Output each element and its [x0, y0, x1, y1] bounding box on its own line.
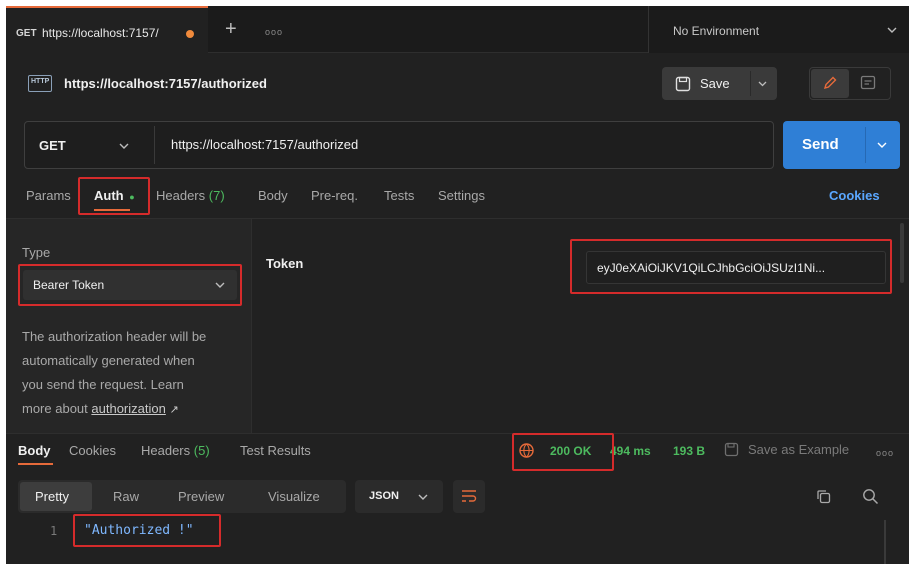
cookies-link[interactable]: Cookies	[829, 188, 880, 203]
view-tab-preview[interactable]: Preview	[178, 489, 224, 504]
postman-window: GET https://localhost:7157/ + ooo No Env…	[6, 6, 909, 564]
auth-type-label: Type	[22, 245, 51, 260]
search-icon[interactable]	[862, 488, 879, 505]
tab-params[interactable]: Params	[26, 188, 71, 203]
method-chevron-down-icon	[119, 143, 129, 149]
token-highlight	[570, 239, 892, 294]
send-label: Send	[802, 136, 839, 153]
tab-pre-request[interactable]: Pre-req.	[311, 188, 358, 203]
pencil-icon	[823, 76, 837, 90]
tab-body[interactable]: Body	[258, 188, 288, 203]
auth-type-highlight	[18, 264, 242, 306]
authorization-docs-link[interactable]: authorization	[91, 401, 165, 416]
request-tab[interactable]: GET https://localhost:7157/	[6, 6, 208, 53]
save-label: Save	[700, 76, 730, 91]
comments-icon[interactable]	[860, 75, 876, 91]
save-as-example-label: Save as Example	[748, 442, 850, 457]
response-tab-cookies[interactable]: Cookies	[69, 443, 116, 458]
external-link-arrow-icon: ↗	[169, 404, 179, 416]
save-dropdown-chevron-icon[interactable]	[758, 81, 767, 87]
response-scrollbar[interactable]	[884, 520, 886, 564]
tab-tests[interactable]: Tests	[384, 188, 414, 203]
response-tab-test-results[interactable]: Test Results	[240, 443, 311, 458]
auth-description: The authorization header will be automat…	[22, 329, 207, 416]
request-name[interactable]: https://localhost:7157/authorized	[64, 76, 267, 91]
http-request-icon: HTTP	[28, 75, 52, 92]
wrap-lines-button[interactable]	[453, 480, 485, 513]
response-more-icon[interactable]: ooo	[876, 448, 894, 458]
edit-mode-button[interactable]	[811, 69, 849, 98]
response-body-underline	[18, 463, 53, 465]
format-label: JSON	[369, 490, 399, 502]
response-size[interactable]: 193 B	[673, 444, 705, 458]
method-select[interactable]: GET	[25, 122, 137, 168]
save-icon	[675, 76, 691, 92]
response-tab-body[interactable]: Body	[18, 443, 51, 458]
response-tab-headers[interactable]: Headers (5)	[141, 443, 210, 458]
send-divider	[865, 127, 866, 163]
line-number: 1	[50, 524, 58, 538]
send-button[interactable]: Send	[783, 121, 865, 169]
save-button[interactable]: Save	[662, 67, 750, 100]
format-chevron-down-icon	[418, 494, 428, 500]
response-body-highlight	[73, 514, 221, 547]
send-options-chevron-icon[interactable]	[877, 142, 887, 149]
auth-panel-divider	[251, 219, 252, 433]
tabs-more-icon[interactable]: ooo	[265, 27, 283, 37]
status-highlight	[512, 433, 614, 471]
response-time[interactable]: 494 ms	[610, 444, 651, 458]
auth-tab-highlight	[78, 177, 150, 215]
tab-method: GET	[16, 28, 37, 39]
save-divider	[750, 71, 751, 96]
environment-selector[interactable]: No Environment	[648, 6, 909, 53]
method-label: GET	[39, 138, 66, 153]
tab-headers-label: Headers	[156, 188, 206, 203]
tab-headers-count: (7)	[208, 188, 225, 203]
view-tab-raw[interactable]: Raw	[113, 489, 139, 504]
token-label: Token	[266, 256, 304, 271]
wrap-lines-icon	[462, 490, 477, 502]
response-divider	[6, 433, 909, 434]
url-divider	[154, 126, 155, 164]
url-input[interactable]: https://localhost:7157/authorized	[171, 137, 358, 152]
tab-title: https://localhost:7157/	[42, 26, 159, 40]
unsaved-dot-icon	[186, 30, 194, 38]
new-tab-plus-icon[interactable]: +	[225, 18, 237, 41]
view-tab-visualize[interactable]: Visualize	[268, 489, 320, 504]
environment-chevron-down-icon	[887, 27, 897, 33]
environment-label: No Environment	[673, 24, 760, 38]
tab-settings[interactable]: Settings	[438, 188, 485, 203]
copy-icon[interactable]	[816, 489, 831, 504]
format-select[interactable]: JSON	[355, 480, 443, 513]
tab-headers[interactable]: Headers (7)	[156, 188, 225, 203]
auth-scrollbar[interactable]	[900, 223, 904, 283]
save-example-icon	[724, 442, 739, 457]
view-tab-pretty[interactable]: Pretty	[20, 482, 92, 511]
